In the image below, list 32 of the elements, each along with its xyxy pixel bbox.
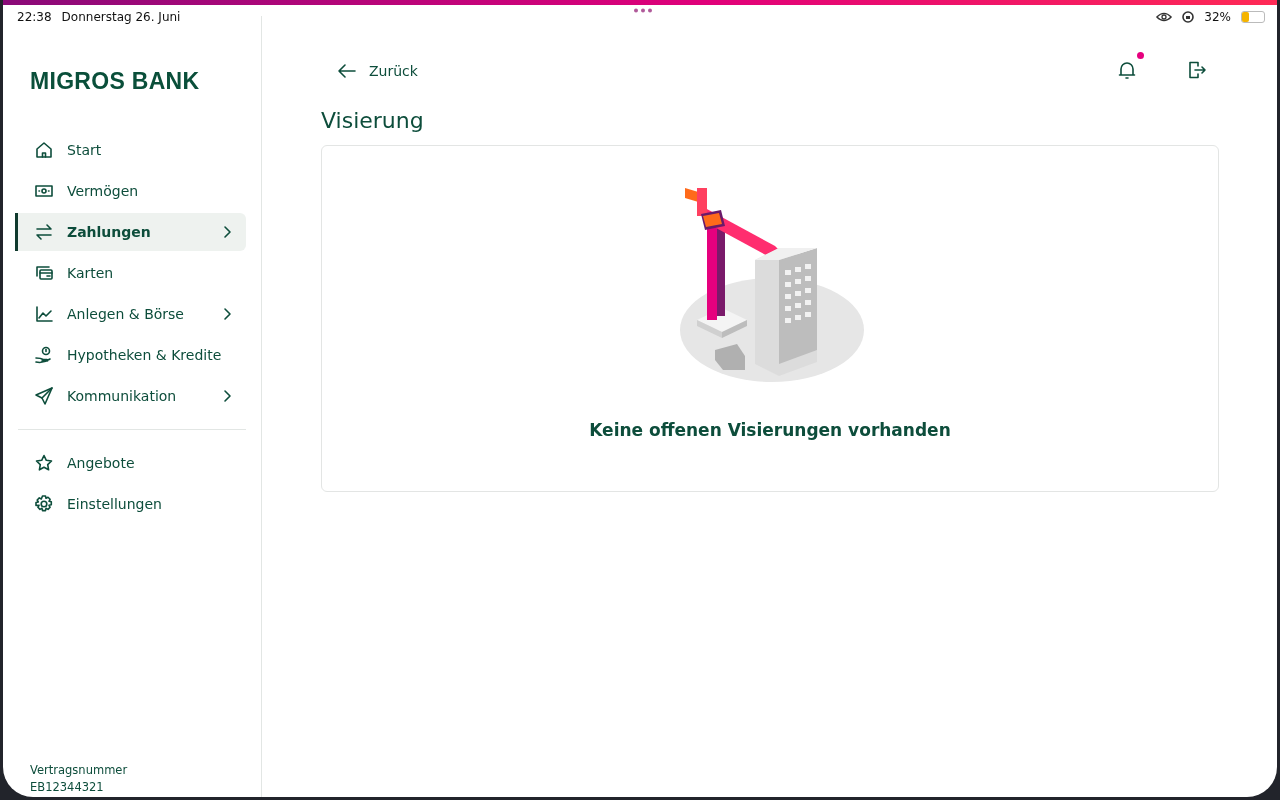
battery-icon <box>1241 11 1265 23</box>
more-dots-icon[interactable] <box>633 8 653 13</box>
line-chart-icon <box>34 304 54 324</box>
status-date: Donnerstag 26. Juni <box>61 10 181 24</box>
hand-coin-icon <box>34 345 54 365</box>
bank-logo: MIGROS BANK <box>30 68 200 95</box>
logout-icon <box>1187 59 1207 80</box>
cards-icon <box>34 263 54 283</box>
back-link[interactable]: Zurück <box>321 61 418 81</box>
contract-number: EB12344321 <box>29 780 105 796</box>
empty-state-message: Keine offenen Visierungen vorhanden <box>589 420 951 440</box>
sidebar-item[interactable]: Kommunikation <box>15 377 246 415</box>
eye-icon <box>1156 12 1173 22</box>
bell-icon <box>1117 59 1137 80</box>
sidebar-item[interactable]: Zahlungen <box>15 213 246 251</box>
star-icon <box>34 453 54 473</box>
arrow-left-icon <box>337 61 357 81</box>
sidebar-item[interactable]: Angebote <box>15 444 246 482</box>
page-title: Visierung <box>321 108 425 133</box>
sidebar-item[interactable]: Anlegen & Börse <box>15 295 246 333</box>
paper-plane-icon <box>34 386 54 406</box>
arrows-swap-icon <box>34 222 54 242</box>
gear-icon <box>34 494 54 514</box>
sidebar-item[interactable]: Einstellungen <box>15 485 246 523</box>
sidebar-item[interactable]: Start <box>15 131 246 169</box>
home-icon <box>34 140 54 160</box>
sidebar-item[interactable]: Hypotheken & Kredite <box>15 336 246 374</box>
status-time: 22:38 <box>17 10 52 24</box>
sidebar-item[interactable]: Karten <box>15 254 246 292</box>
contract-label: Vertragsnummer <box>29 763 129 779</box>
sidebar-item[interactable]: Vermögen <box>15 172 246 210</box>
battery-percent: 32% <box>1204 10 1231 24</box>
